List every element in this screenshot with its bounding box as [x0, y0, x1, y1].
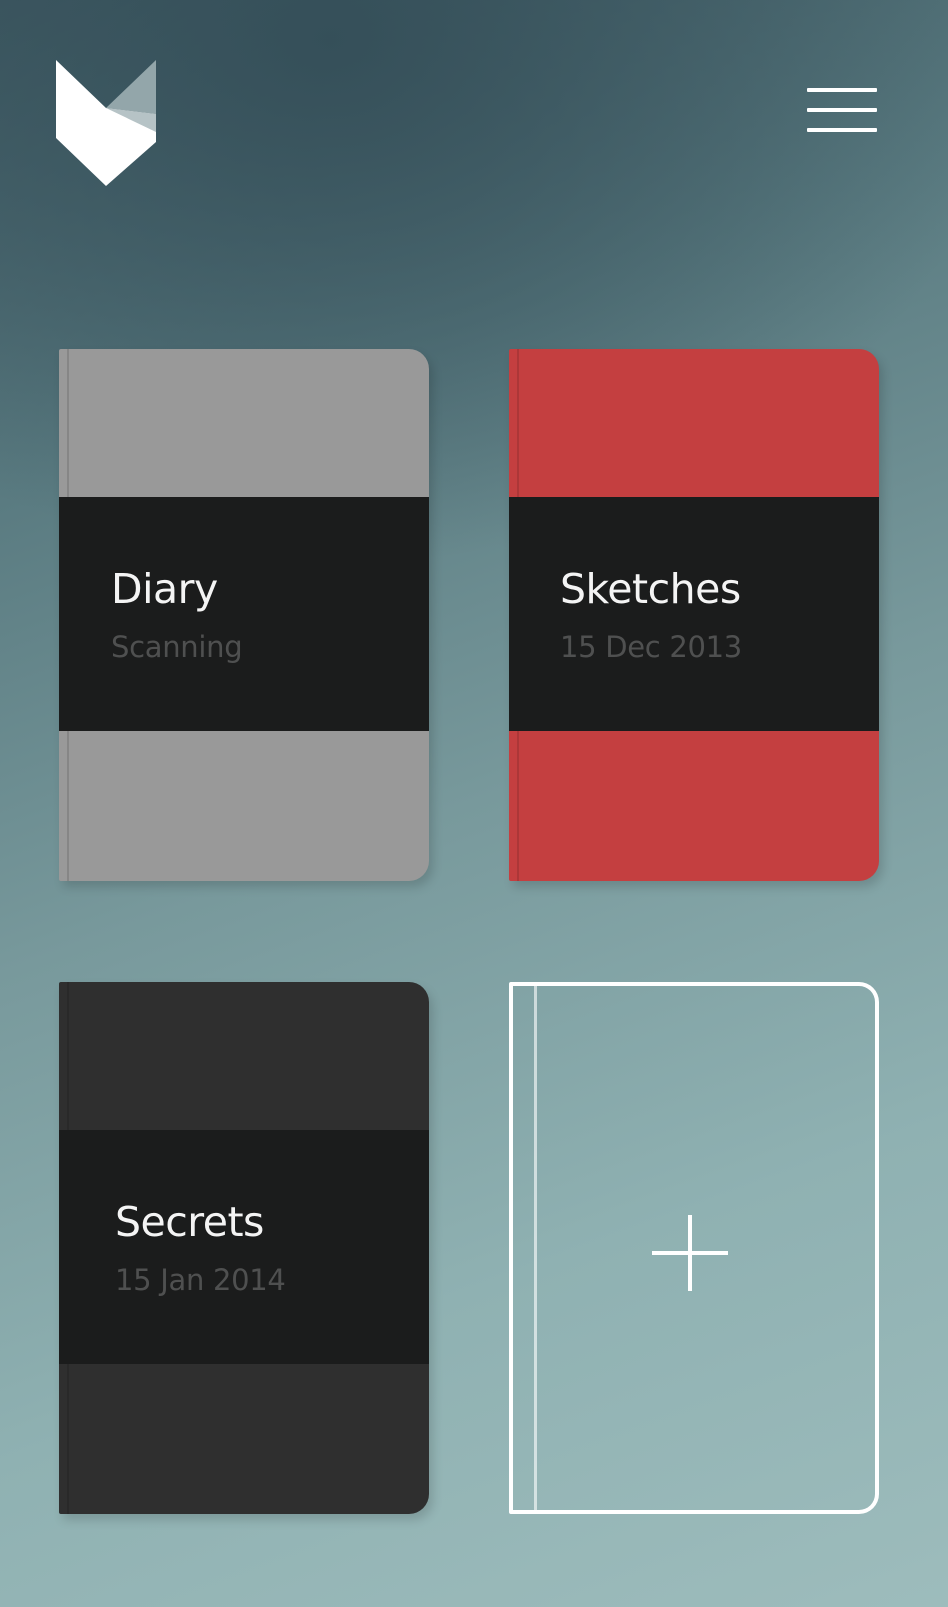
- folded-paper-logo-icon: [56, 60, 156, 186]
- hamburger-menu-icon[interactable]: [803, 80, 877, 142]
- notebook-label-band: Secrets 15 Jan 2014: [59, 1130, 429, 1364]
- notebook-label-band: Sketches 15 Dec 2013: [509, 497, 879, 731]
- menu-bar-bottom: [807, 128, 877, 132]
- notebook-sketches[interactable]: Sketches 15 Dec 2013: [509, 349, 879, 881]
- notebook-status: Scanning: [111, 630, 243, 664]
- notebook-date: 15 Jan 2014: [115, 1263, 286, 1297]
- notebook-diary[interactable]: Diary Scanning: [59, 349, 429, 881]
- notebook-title: Secrets: [115, 1198, 264, 1246]
- notebook-title: Diary: [111, 565, 218, 613]
- menu-bar-middle: [807, 108, 877, 112]
- notebook-secrets[interactable]: Secrets 15 Jan 2014: [59, 982, 429, 1514]
- notebook-label-band: Diary Scanning: [59, 497, 429, 731]
- notebook-spine: [534, 986, 537, 1510]
- app-logo: [52, 56, 164, 190]
- plus-icon: [652, 1215, 728, 1291]
- notebook-title: Sketches: [560, 565, 741, 613]
- menu-bar-top: [807, 88, 877, 92]
- notebook-date: 15 Dec 2013: [560, 630, 742, 664]
- add-notebook-button[interactable]: [509, 982, 879, 1514]
